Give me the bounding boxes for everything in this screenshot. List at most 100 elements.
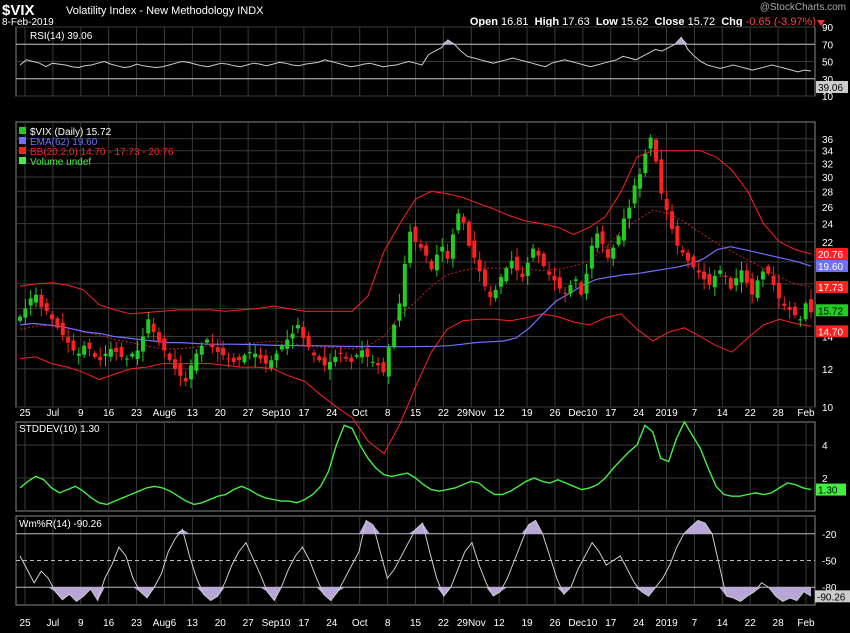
rsi-last-label: 39.06 (818, 83, 843, 94)
candle-body (600, 231, 605, 244)
candle-body (691, 256, 696, 268)
wmr-x-tick-label: 20 (215, 618, 227, 629)
candle-body (151, 323, 156, 333)
price-legend-swatch (19, 137, 26, 144)
price-x-tick-label: Jul (46, 408, 59, 419)
price-y-tick-label: 36 (822, 135, 834, 146)
candle-body (536, 250, 541, 256)
price-y-tick-label: 22 (822, 238, 834, 249)
price-x-tick-label: 17 (605, 408, 617, 419)
candle-body (258, 354, 263, 359)
candle-body (750, 278, 755, 295)
wmr-y-tick-label: -20 (822, 530, 837, 541)
wmr-x-tick-label: 14 (717, 618, 729, 629)
wmr-x-tick-label: Oct (352, 618, 368, 629)
price-legend-swatch (19, 157, 26, 164)
wmr-x-tick-label: Sep10 (262, 618, 291, 629)
rsi-legend: RSI(14) 39.06 (30, 31, 93, 42)
candle-body (306, 335, 311, 348)
price-x-tick-label: 14 (717, 408, 729, 419)
wmr-x-tick-label: 16 (103, 618, 115, 629)
candle-body (317, 356, 322, 361)
wmr-x-tick-label: 17 (605, 618, 617, 629)
candle-body (787, 307, 792, 310)
candle-body (450, 234, 455, 259)
price-last-label: 14.70 (818, 327, 843, 338)
candle-body (114, 347, 119, 353)
candle-body (28, 298, 33, 306)
wmr-x-tick-label: Feb (797, 618, 815, 629)
candle-body (108, 348, 113, 357)
price-x-tick-label: 8 (385, 408, 391, 419)
price-x-tick-label: 19 (522, 408, 534, 419)
wmr-last-label: -90.26 (817, 592, 846, 603)
wmr-x-tick-label: Aug6 (153, 618, 177, 629)
price-y-tick-label: 24 (822, 220, 834, 231)
wmr-x-tick-label: Jul (46, 618, 59, 629)
wmr-x-tick-label: Dec10 (568, 618, 597, 629)
candle-body (520, 273, 525, 278)
wmr-x-tick-label: 15 (410, 618, 422, 629)
candle-body (301, 327, 306, 339)
candle-body (253, 353, 258, 358)
candle-body (547, 271, 552, 275)
candle-body (92, 353, 97, 357)
candle-body (295, 324, 300, 329)
candle-body (269, 360, 274, 368)
candle-body (552, 275, 557, 281)
price-legend-swatch (19, 127, 26, 134)
candle-body (504, 268, 509, 282)
candle-body (648, 137, 653, 149)
stddev-y-tick-label: 4 (822, 441, 828, 452)
candle-body (210, 343, 215, 348)
candle-body (397, 303, 402, 321)
stddev-legend: STDDEV(10) 1.30 (19, 424, 100, 435)
candle-body (226, 358, 231, 360)
price-x-tick-label: Aug6 (153, 408, 177, 419)
price-x-tick-label: 13 (187, 408, 199, 419)
price-x-tick-label: Dec10 (568, 408, 597, 419)
candle-body (499, 277, 504, 287)
candle-body (573, 279, 578, 281)
candle-body (167, 353, 172, 361)
candle-body (322, 357, 327, 366)
candle-body (670, 211, 675, 229)
candle-body (39, 294, 44, 308)
candle-body (183, 378, 188, 382)
candle-body (311, 352, 316, 356)
candle-body (402, 263, 407, 307)
candle-body (82, 345, 87, 355)
wmr-x-tick-label: 7 (692, 618, 698, 629)
candle-body (98, 356, 103, 361)
candle-body (327, 361, 332, 370)
candle-body (172, 359, 177, 369)
price-last-label: 19.60 (818, 262, 843, 273)
wmr-x-tick-label: 22 (438, 618, 450, 629)
wmr-x-tick-label: 25 (19, 618, 31, 629)
price-last-label: 17.73 (818, 283, 843, 294)
rsi-y-tick-label: 90 (822, 23, 834, 34)
price-legend-swatch (19, 147, 26, 154)
price-x-tick-label: Sep10 (262, 408, 291, 419)
candle-body (162, 338, 167, 351)
candle-body (413, 226, 418, 242)
candle-body (76, 353, 81, 356)
rsi-y-tick-label: 50 (822, 58, 834, 69)
candle-body (627, 207, 632, 219)
price-x-tick-label: 28 (773, 408, 785, 419)
candle-body (215, 347, 220, 353)
candle-body (595, 233, 600, 248)
candle-body (135, 350, 140, 359)
candle-body (440, 246, 445, 252)
candle-body (178, 363, 183, 376)
candle-body (659, 159, 664, 194)
candle-body (482, 269, 487, 287)
candle-body (60, 322, 65, 336)
candle-body (237, 356, 242, 361)
candle-body (376, 363, 381, 366)
candle-body (589, 245, 594, 269)
candle-body (605, 249, 610, 258)
price-x-tick-label: 17 (298, 408, 310, 419)
price-x-tick-label: 12 (494, 408, 506, 419)
candle-body (285, 339, 290, 349)
